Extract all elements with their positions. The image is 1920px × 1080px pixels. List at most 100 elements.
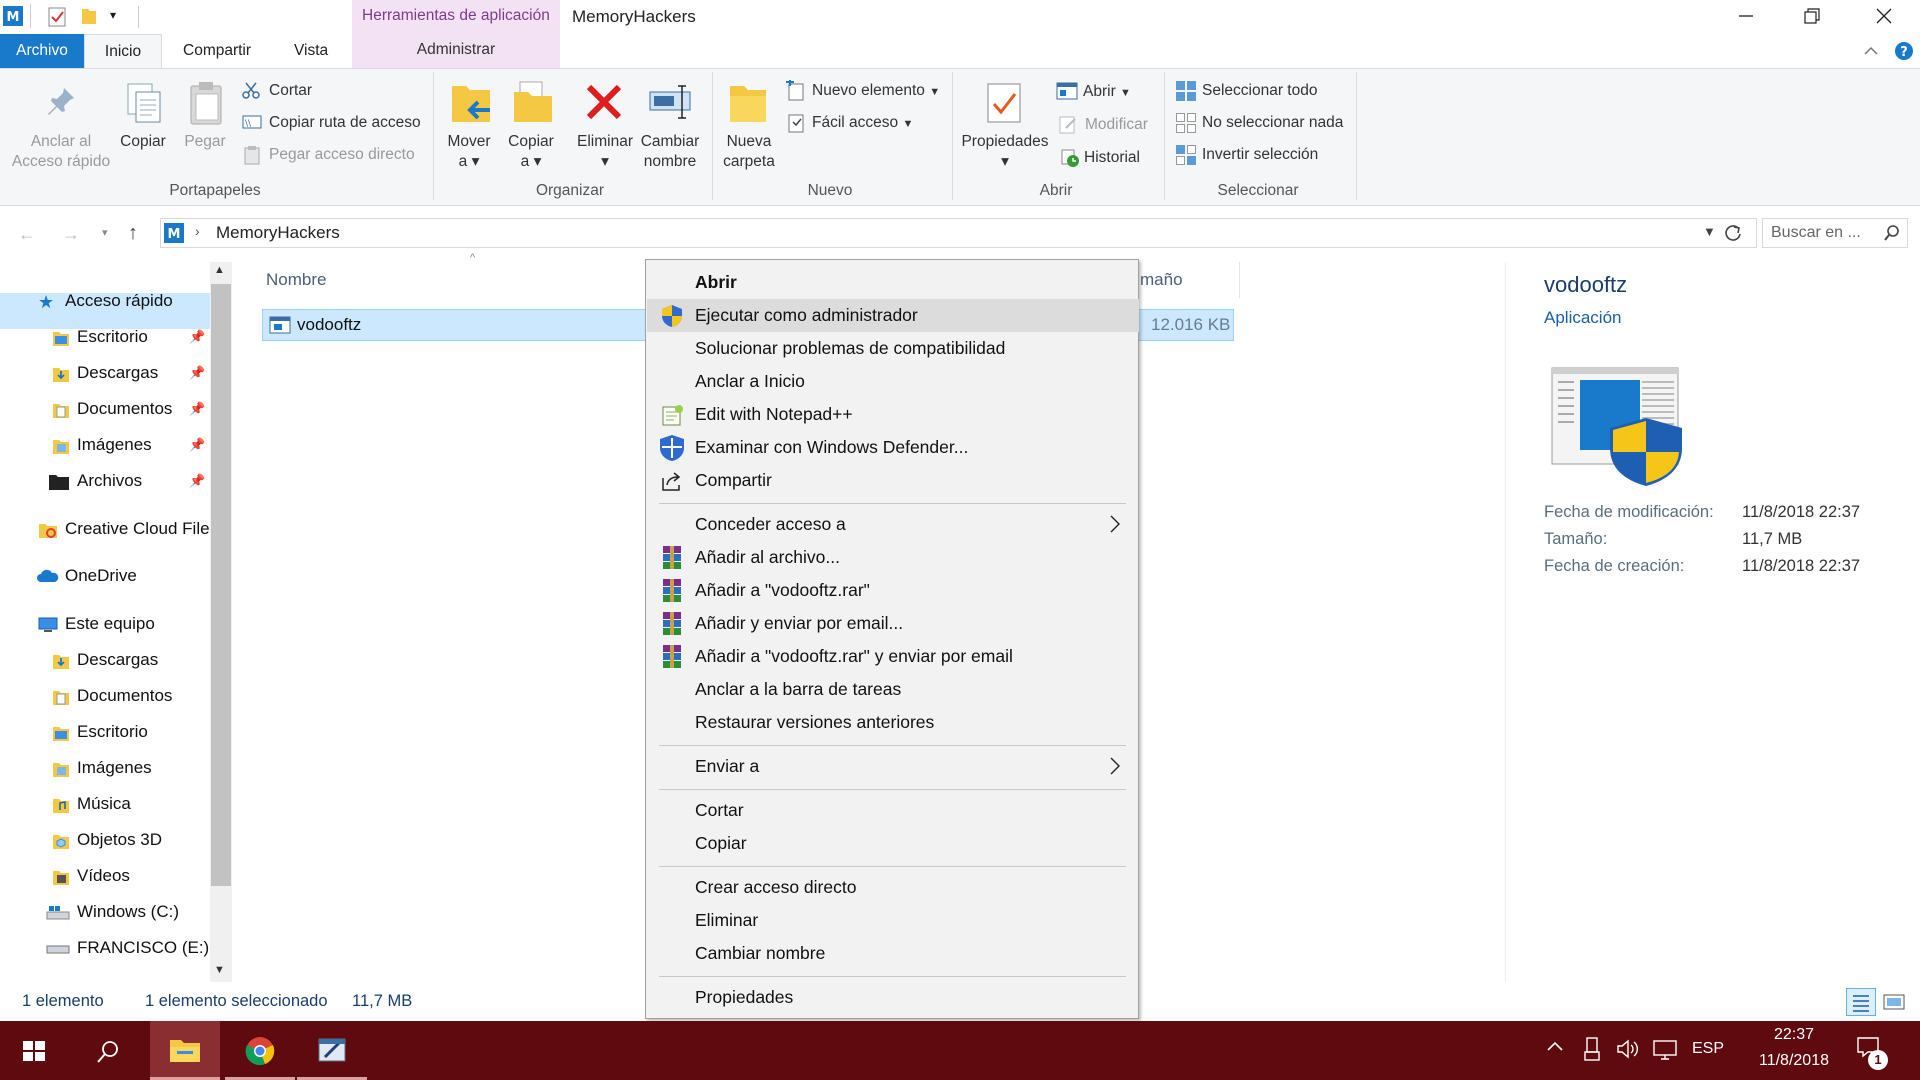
nav-pc-documentos[interactable]: Documentos (0, 678, 210, 714)
facil-acceso-button[interactable]: Fácil acceso ▼ (812, 113, 913, 134)
back-arrow-icon[interactable]: ← (18, 224, 36, 245)
nav-documentos[interactable]: Documentos 📌 (0, 391, 210, 427)
pegar-acceso-directo-button[interactable]: Pegar acceso directo (269, 145, 415, 165)
invertir-seleccion-button[interactable]: Invertir selección (1202, 145, 1318, 165)
copiar-ruta-button[interactable]: Copiar ruta de acceso (269, 113, 421, 133)
menu-item-solucionar-compatibilidad[interactable]: Solucionar problemas de compatibilidad (647, 332, 1139, 365)
menu-item-enviar-a[interactable]: Enviar a (647, 750, 1139, 783)
restore-icon[interactable] (1802, 6, 1822, 26)
taskbar-file-explorer[interactable] (150, 1021, 220, 1080)
scroll-up-icon[interactable]: ▲ (214, 264, 225, 276)
nav-pc-musica[interactable]: Música (0, 786, 210, 822)
nav-este-equipo[interactable]: Este equipo (0, 606, 210, 642)
nueva-carpeta-button[interactable]: Nueva carpeta (716, 132, 782, 172)
nav-acceso-rapido[interactable]: ★ Acceso rápido (0, 283, 210, 319)
column-header-tamano[interactable]: maño (1140, 270, 1183, 290)
volume-icon[interactable] (1616, 1038, 1640, 1060)
nav-archivos[interactable]: Archivos 📌 (0, 463, 210, 499)
propiedades-button[interactable]: Propiedades ▾ (958, 132, 1052, 172)
app-icon[interactable]: M (2, 5, 24, 27)
menu-item-propiedades[interactable]: Propiedades (647, 981, 1139, 1014)
nav-creative-cloud[interactable]: Creative Cloud Files (0, 511, 210, 547)
menu-item-anadir-rar-enviar-email[interactable]: Añadir a "vodooftz.rar" y enviar por ema… (647, 640, 1139, 673)
menu-item-ejecutar-como-administrador[interactable]: Ejecutar como administrador (647, 299, 1139, 332)
abrir-button[interactable]: Abrir ▼ (1083, 82, 1131, 103)
cambiar-nombre-button[interactable]: Cambiar nombre (634, 132, 706, 172)
nav-escritorio[interactable]: Escritorio 📌 (0, 319, 210, 355)
tab-vista[interactable]: Vista (279, 34, 343, 68)
new-folder-quick-icon[interactable] (80, 6, 98, 26)
breadcrumb[interactable]: MemoryHackers (216, 223, 340, 243)
menu-item-eliminar[interactable]: Eliminar (647, 904, 1139, 937)
nav-pc-escritorio[interactable]: Escritorio (0, 714, 210, 750)
nav-descargas[interactable]: Descargas 📌 (0, 355, 210, 391)
address-dropdown-icon[interactable]: ▼ (1703, 224, 1716, 239)
minimize-icon[interactable] (1736, 6, 1756, 26)
tab-administrar[interactable]: Administrar (352, 41, 560, 59)
nav-scrollbar-thumb[interactable] (211, 284, 231, 886)
tab-inicio[interactable]: Inicio (84, 34, 162, 68)
nav-pc-videos[interactable]: Vídeos (0, 858, 210, 894)
menu-item-restaurar-versiones[interactable]: Restaurar versiones anteriores (647, 706, 1139, 739)
mover-a-button[interactable]: Mover a ▾ (440, 132, 498, 172)
menu-item-windows-defender[interactable]: Examinar con Windows Defender... (647, 431, 1139, 464)
seleccionar-todo-button[interactable]: Seleccionar todo (1202, 81, 1317, 101)
nav-imagenes[interactable]: Imágenes 📌 (0, 427, 210, 463)
nav-onedrive[interactable]: OneDrive (0, 558, 210, 594)
customize-quick-access-icon[interactable]: ▾ (110, 8, 116, 22)
clock-date[interactable]: 11/8/2018 (1744, 1052, 1844, 1070)
anclar-acceso-rapido-button[interactable]: Anclar al Acceso rápido (8, 132, 114, 172)
nav-pc-descargas[interactable]: Descargas (0, 642, 210, 678)
menu-item-conceder-acceso[interactable]: Conceder acceso a (647, 508, 1139, 541)
nav-pc-windows-c[interactable]: Windows (C:) (0, 894, 210, 930)
search-input[interactable]: Buscar en ... (1762, 218, 1908, 248)
windows-start-icon[interactable] (22, 1040, 46, 1062)
menu-item-compartir[interactable]: Compartir (647, 464, 1139, 497)
taskbar-app-tool[interactable] (297, 1021, 367, 1080)
clock-time[interactable]: 22:37 (1764, 1026, 1824, 1044)
pegar-button[interactable]: Pegar (176, 132, 234, 152)
recent-locations-icon[interactable]: ▾ (102, 226, 108, 239)
menu-item-edit-notepad[interactable]: Edit with Notepad++ (647, 398, 1139, 431)
historial-button[interactable]: Historial (1084, 148, 1140, 168)
nav-pc-francisco-e[interactable]: FRANCISCO (E:) (0, 930, 210, 966)
copiar-a-button[interactable]: Copiar a ▾ (502, 132, 560, 172)
details-view-button[interactable] (1846, 988, 1876, 1016)
modificar-button[interactable]: Modificar (1085, 115, 1148, 135)
collapse-ribbon-icon[interactable] (1862, 44, 1880, 58)
cortar-button[interactable]: Cortar (269, 81, 312, 101)
tab-archivo[interactable]: Archivo (0, 34, 84, 68)
menu-item-anclar-barra-tareas[interactable]: Anclar a la barra de tareas (647, 673, 1139, 706)
tray-overflow-icon[interactable] (1545, 1038, 1565, 1054)
nav-pc-objetos-3d[interactable]: Objetos 3D (0, 822, 210, 858)
help-icon[interactable]: ? (1894, 41, 1914, 61)
search-icon[interactable] (96, 1040, 120, 1064)
nav-pc-imagenes[interactable]: Imágenes (0, 750, 210, 786)
menu-item-cambiar-nombre[interactable]: Cambiar nombre (647, 937, 1139, 970)
usb-device-icon[interactable] (1584, 1036, 1600, 1062)
address-bar[interactable]: M › MemoryHackers ▼ (160, 218, 1757, 248)
network-icon[interactable] (1652, 1039, 1678, 1061)
search-icon[interactable] (1883, 224, 1901, 242)
menu-item-crear-acceso-directo[interactable]: Crear acceso directo (647, 871, 1139, 904)
nuevo-elemento-button[interactable]: Nuevo elemento ▼ (812, 81, 940, 102)
menu-item-anadir-archivo[interactable]: Añadir al archivo... (647, 541, 1139, 574)
no-seleccionar-nada-button[interactable]: No seleccionar nada (1202, 113, 1343, 133)
menu-item-cortar[interactable]: Cortar (647, 794, 1139, 827)
eliminar-button[interactable]: Eliminar ▾ (572, 132, 638, 172)
menu-item-abrir[interactable]: Abrir (647, 266, 1139, 299)
forward-arrow-icon[interactable]: → (62, 224, 80, 245)
refresh-icon[interactable] (1723, 222, 1743, 244)
tab-compartir[interactable]: Compartir (168, 34, 266, 68)
scroll-down-icon[interactable]: ▼ (214, 964, 225, 976)
menu-item-anclar-inicio[interactable]: Anclar a Inicio (647, 365, 1139, 398)
menu-item-anadir-rar[interactable]: Añadir a "vodooftz.rar" (647, 574, 1139, 607)
column-header-nombre[interactable]: Nombre (266, 270, 326, 290)
large-icons-view-button[interactable] (1882, 992, 1906, 1012)
close-icon[interactable] (1874, 6, 1894, 26)
properties-quick-icon[interactable] (47, 6, 67, 28)
copiar-button[interactable]: Copiar (114, 132, 172, 152)
up-arrow-icon[interactable]: ↑ (128, 222, 138, 245)
taskbar-chrome[interactable] (225, 1021, 295, 1080)
menu-item-copiar[interactable]: Copiar (647, 827, 1139, 860)
